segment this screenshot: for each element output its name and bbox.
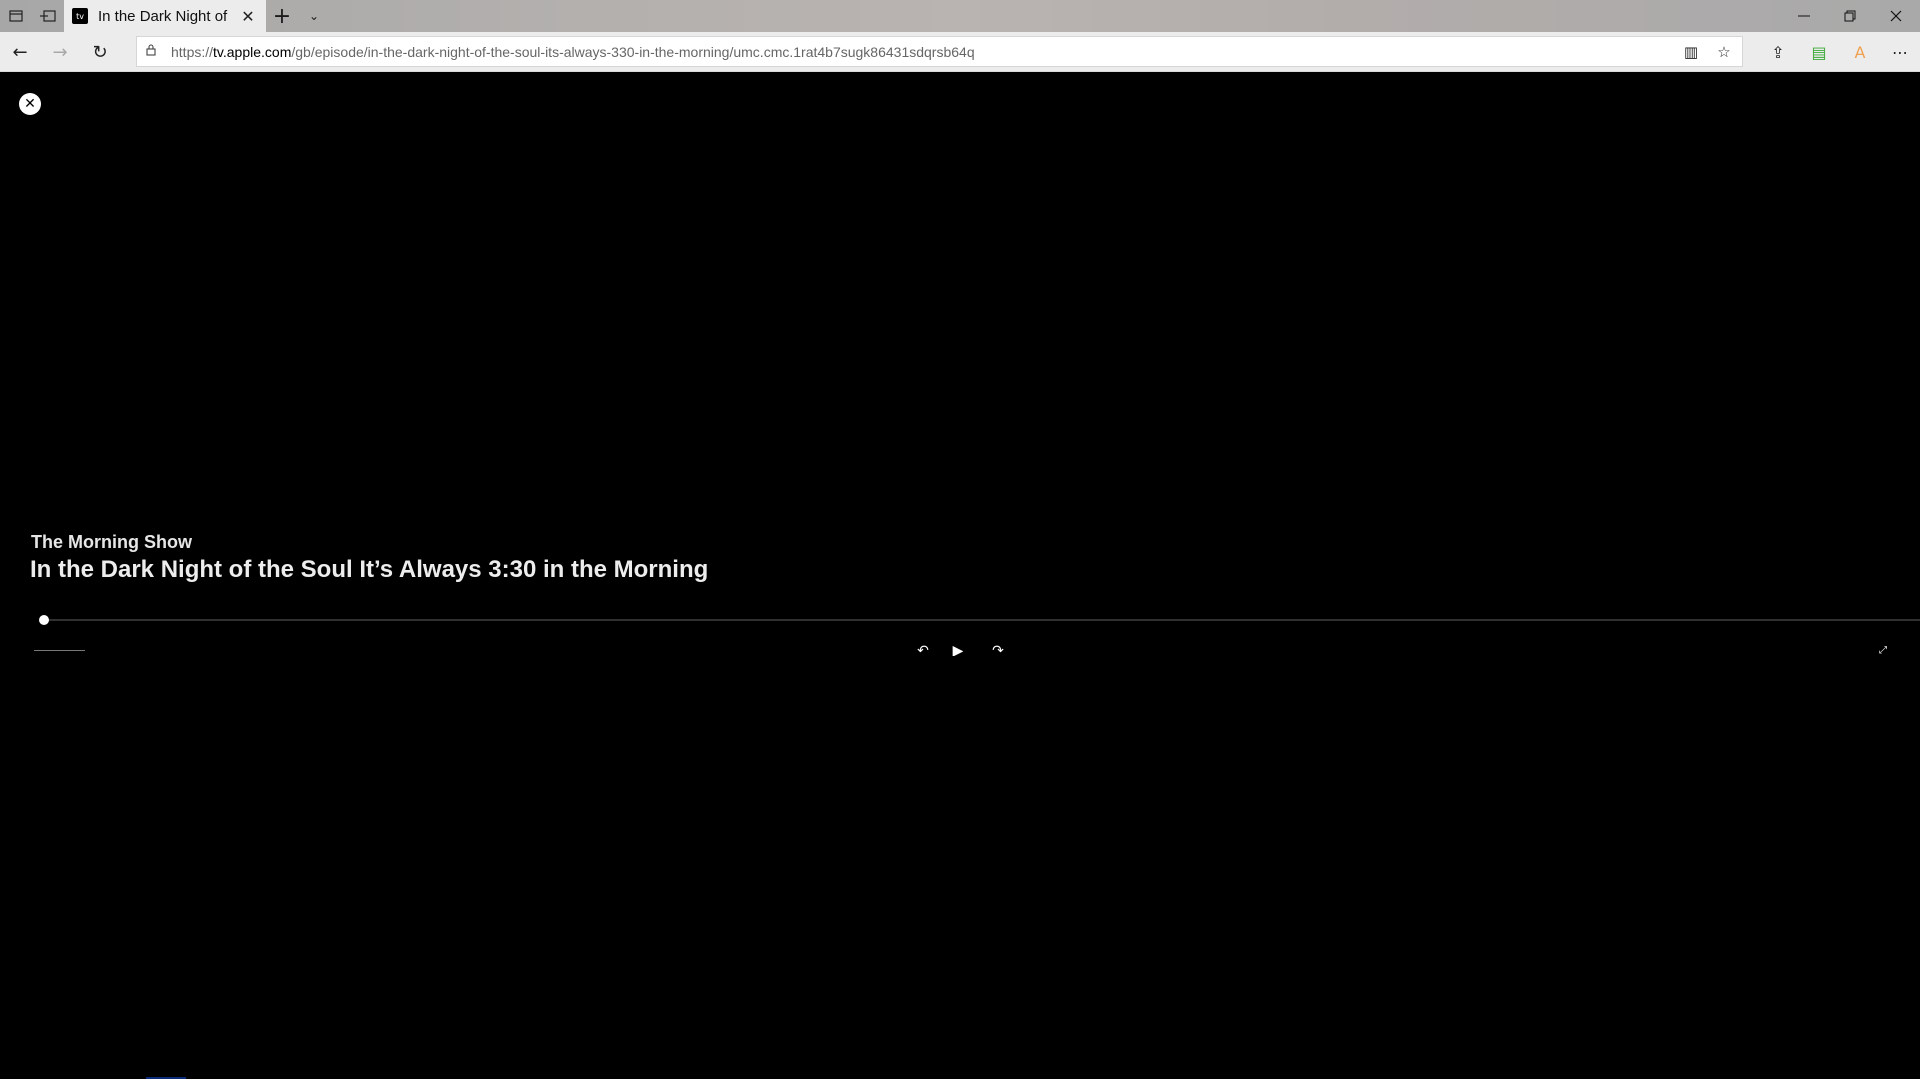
tab-list-chevron-icon[interactable]: ⌄ <box>298 0 330 32</box>
reading-view-icon[interactable]: ▥ <box>1675 37 1707 66</box>
show-title: The Morning Show <box>31 532 192 552</box>
refresh-icon[interactable]: ↻ <box>84 36 116 68</box>
progress-bar[interactable] <box>44 619 1920 621</box>
episode-title: In the Dark Night of the Soul It’s Alway… <box>30 556 709 583</box>
url-path: /gb/episode/in-the-dark-night-of-the-sou… <box>291 43 975 60</box>
play-icon[interactable]: ▶ <box>949 642 967 656</box>
url-scheme: https:// <box>171 43 214 60</box>
share-icon[interactable]: ⇪ <box>1758 36 1798 68</box>
address-bar[interactable]: https://tv.apple.com/gb/episode/in-the-d… <box>136 36 1743 67</box>
tab-preview-icon[interactable] <box>32 0 64 32</box>
active-tab[interactable]: tv In the Dark Night of ✕ <box>64 0 266 32</box>
tab-title: In the Dark Night of <box>98 7 228 25</box>
fullscreen-icon[interactable]: ⤢ <box>1877 642 1889 656</box>
elapsed-time-indicator <box>34 650 85 651</box>
new-tab-button[interactable]: + <box>266 0 298 32</box>
profile-glyph: A <box>1854 42 1866 62</box>
browser-toolbar: ← → ↻ https://tv.apple.com/gb/episode/in… <box>0 32 1920 72</box>
url-host: tv.apple.com <box>213 43 292 60</box>
restore-icon[interactable] <box>1827 0 1873 32</box>
window-close-icon[interactable] <box>1873 0 1919 32</box>
more-options-icon[interactable]: ⋯ <box>1880 36 1920 68</box>
back-arrow-icon[interactable]: ← <box>4 36 36 68</box>
skip-back-icon[interactable]: ↶ <box>914 642 932 656</box>
extension-glyph: ▤ <box>1811 42 1827 62</box>
video-player[interactable]: ✕ The Morning Show In the Dark Night of … <box>0 72 1920 1079</box>
play-glyph: ▶ <box>952 643 964 656</box>
lock-icon <box>146 44 160 59</box>
profile-icon[interactable]: A <box>1840 36 1880 68</box>
scrubber-handle[interactable] <box>39 615 49 625</box>
close-player-icon[interactable]: ✕ <box>19 93 41 115</box>
url-text[interactable]: https://tv.apple.com/gb/episode/in-the-d… <box>171 44 975 60</box>
skip-forward-icon[interactable]: ↷ <box>989 642 1007 656</box>
tabs-aside-icon[interactable] <box>0 0 32 32</box>
fullscreen-glyph: ⤢ <box>1879 645 1887 656</box>
extension-icon[interactable]: ▤ <box>1799 36 1839 68</box>
tab-strip: tv In the Dark Night of ✕ + ⌄ <box>0 0 1920 32</box>
skip-forward-glyph: ↷ <box>992 643 1004 656</box>
apple-tv-favicon-icon: tv <box>72 8 88 24</box>
skip-back-glyph: ↶ <box>917 643 929 656</box>
forward-arrow-icon[interactable]: → <box>44 36 76 68</box>
close-tab-icon[interactable]: ✕ <box>238 6 258 26</box>
favorite-star-icon[interactable]: ☆ <box>1708 37 1740 66</box>
minimize-icon[interactable] <box>1781 0 1827 32</box>
